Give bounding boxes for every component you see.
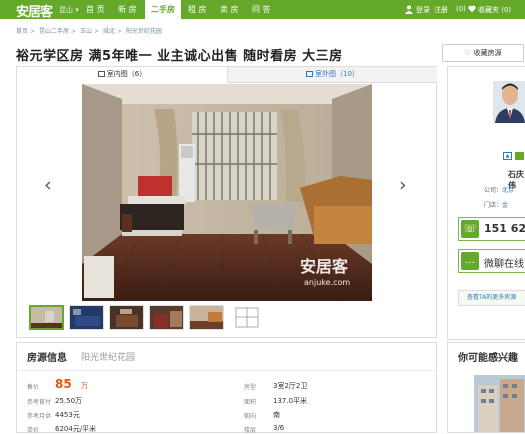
chat-label: 微聊在线 [484, 259, 524, 270]
agent-phone-number: 151 6236 [484, 222, 525, 235]
next-photo-arrow[interactable]: › [399, 174, 407, 196]
info-title: 房源信息 [27, 353, 67, 364]
favorites-link[interactable]: 收藏夹 (0) [478, 5, 511, 15]
tab-outdoor-photos[interactable]: 室外图（10） [228, 67, 437, 83]
nav-rent[interactable]: 租 房 [188, 4, 207, 15]
agent-company-label: 公司： [484, 187, 503, 194]
nav-sell[interactable]: 卖 房 [220, 4, 239, 15]
recommendations-title: 你可能感兴趣 [458, 353, 518, 364]
layout-label: 房型 [244, 384, 257, 391]
agent-panel: ▲ 石庆伟 公司：北京 门店：金 ☏ 151 6236 … 微聊在线 查看TA的… [447, 66, 525, 340]
verified-icon: ▲ [503, 152, 512, 160]
thumbnail-2[interactable] [69, 305, 104, 330]
register-link[interactable]: 注册 [434, 5, 448, 15]
thumbnail-4[interactable] [149, 305, 184, 330]
recommendation-image [474, 375, 525, 432]
top-nav-bar: 安居客 昆山 ▾ 首 页 新 房 二手房 租 房 卖 房 问 答 登录 注册 (… [0, 0, 525, 20]
user-icon [405, 5, 413, 14]
city-selector[interactable]: 昆山 ▾ [59, 5, 79, 15]
badge-icon [515, 152, 524, 160]
layout-value: 3室2厅2卫 [273, 382, 308, 390]
nav-new-homes[interactable]: 新 房 [118, 4, 137, 15]
breadcrumb: 首页 > 昆山二手房 > 玉山 > 城北 > 阳光世纪花园 [16, 26, 164, 35]
thumbnail-image [190, 306, 223, 329]
orientation-label: 朝向 [244, 413, 257, 420]
area-label: 面积 [244, 399, 257, 406]
agent-company: 公司：北京 [484, 185, 514, 194]
message-count[interactable]: (0) [456, 5, 466, 13]
heart-outline-icon: ♡ [464, 49, 471, 57]
thumbnail-image [31, 307, 62, 328]
breadcrumb-community[interactable]: 阳光世纪花园 [126, 28, 162, 35]
orientation-value: 南 [273, 411, 280, 419]
thumbnail-3[interactable] [109, 305, 144, 330]
agent-phone-box[interactable]: ☏ 151 6236 [458, 217, 525, 241]
agent-avatar[interactable] [493, 81, 525, 123]
camera-icon [97, 71, 105, 77]
down-payment-label: 参考首付 [27, 399, 52, 406]
phone-icon: ☏ [461, 220, 479, 238]
area-value: 137.0平米 [273, 397, 308, 405]
watermark-text: 安居客 [300, 257, 349, 276]
thumbnail-image [70, 306, 103, 329]
breadcrumb-kunshan[interactable]: 昆山二手房 [39, 28, 69, 35]
breadcrumb-separator: > [70, 28, 77, 35]
nav-second-hand[interactable]: 二手房 [145, 0, 181, 19]
thumbnail-image [110, 306, 143, 329]
down-payment-value: 25.50万 [55, 397, 83, 405]
chat-button[interactable]: … 微聊在线 [458, 249, 525, 273]
listing-info-panel: 房源信息 阳光世纪花园 售价 85 万 参考首付 25.50万 参考月供 445… [16, 342, 437, 434]
tab-indoor-label: 室内图（6） [106, 70, 147, 78]
agent-store: 门店：金 [484, 200, 508, 209]
breadcrumb-chengbei[interactable]: 城北 [103, 28, 115, 35]
info-community-link[interactable]: 阳光世纪花园 [81, 350, 135, 363]
nav-home[interactable]: 首 页 [86, 4, 105, 15]
tab-indoor-photos[interactable]: 室内图（6） [17, 67, 228, 83]
floorplan-thumbnail [230, 305, 265, 330]
watermark-url: anjuke.com [304, 278, 350, 287]
agent-company-link[interactable]: 北京 [502, 187, 514, 194]
heart-icon [468, 5, 476, 13]
price-label: 售价 [27, 384, 40, 391]
monthly-payment-label: 参考月供 [27, 413, 52, 420]
recommendation-thumbnail[interactable] [474, 375, 525, 432]
living-room-photo: 安居客 anjuke.com [82, 84, 372, 301]
thumbnail-image [150, 306, 183, 329]
divider [17, 370, 436, 371]
prev-photo-arrow[interactable]: ‹ [44, 174, 52, 196]
breadcrumb-home[interactable]: 首页 [16, 28, 28, 35]
monthly-payment-value: 4453元 [55, 411, 80, 419]
login-link[interactable]: 登录 [416, 5, 430, 15]
breadcrumb-separator: > [30, 28, 36, 35]
nav-qa[interactable]: 问 答 [252, 4, 271, 15]
agent-portrait [493, 81, 525, 123]
site-logo[interactable]: 安居客 [16, 1, 53, 20]
camera-icon [306, 71, 314, 77]
favorite-listing-button[interactable]: ♡ 收藏房源 [442, 44, 524, 62]
agent-more-listings-link[interactable]: 查看TA的更多房源 [458, 290, 525, 306]
recommendations-panel: 你可能感兴趣 [447, 342, 525, 433]
floor-value: 3/6 [273, 424, 285, 432]
agent-store-link[interactable]: 金 [502, 202, 508, 209]
breadcrumb-yushan[interactable]: 玉山 [80, 28, 92, 35]
tab-outdoor-label: 室外图（10） [315, 70, 359, 78]
listing-title: 裕元学区房 满5年唯一 业主诚心出售 随时看房 大三房 [16, 49, 343, 64]
thumbnail-6[interactable] [230, 305, 265, 330]
breadcrumb-separator: > [93, 28, 99, 35]
chat-bubble-icon: … [461, 252, 479, 270]
breadcrumb-separator: > [116, 28, 122, 35]
main-listing-photo[interactable]: 安居客 anjuke.com [82, 84, 372, 301]
price-unit: 万 [81, 382, 88, 390]
favorite-listing-label: 收藏房源 [473, 49, 502, 57]
thumbnail-5[interactable] [189, 305, 224, 330]
agent-store-label: 门店： [484, 202, 503, 209]
price-value: 85 [55, 377, 72, 391]
thumbnail-1[interactable] [29, 305, 64, 330]
